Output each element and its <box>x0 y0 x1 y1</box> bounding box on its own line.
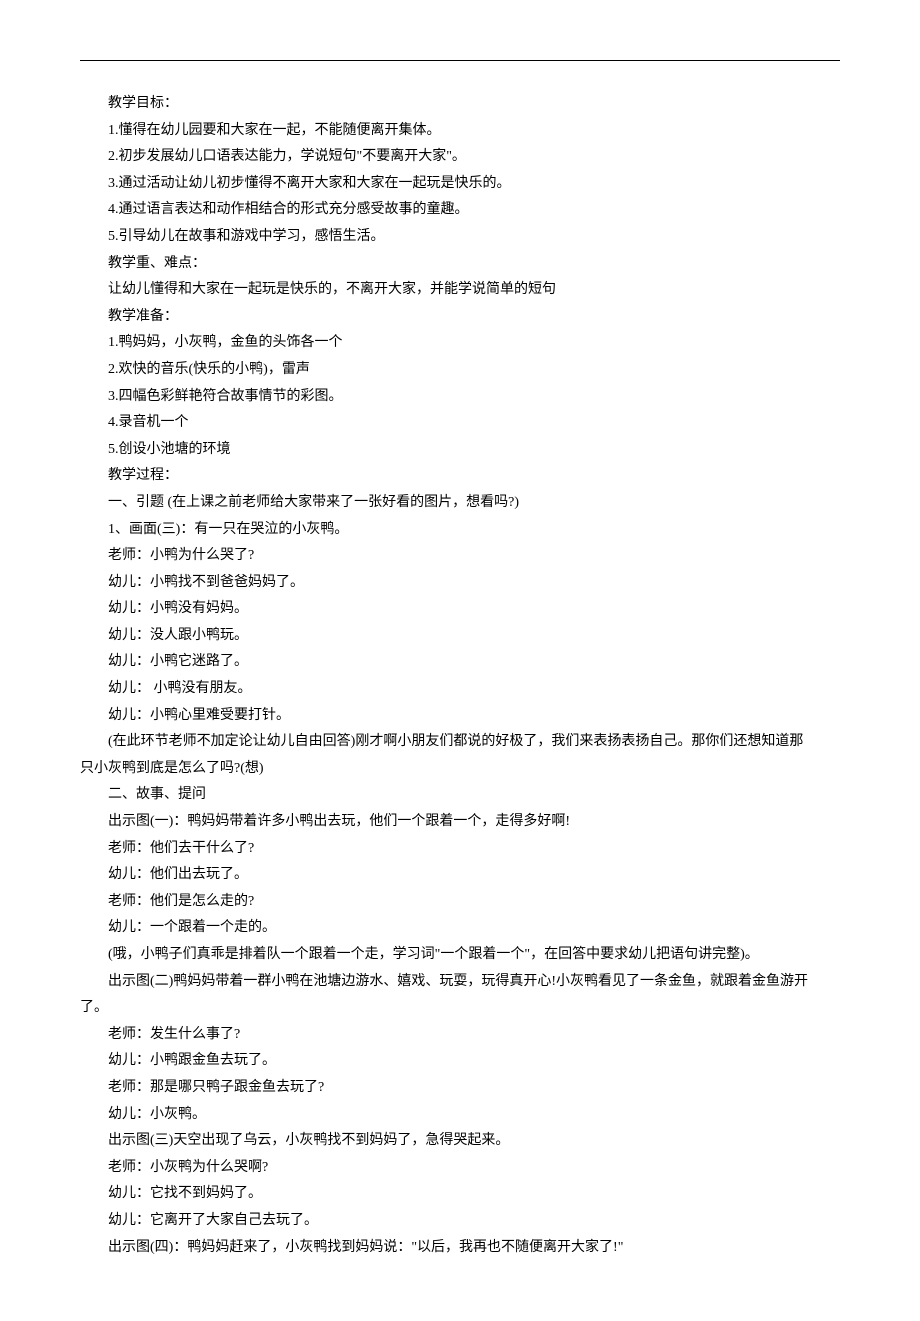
text-line: 老师：那是哪只鸭子跟金鱼去玩了? <box>80 1075 840 1102</box>
text-line: 幼儿：小鸭心里难受要打针。 <box>80 703 840 730</box>
text-line: 教学重、难点： <box>80 251 840 278</box>
text-line: 4.录音机一个 <box>80 410 840 437</box>
text-line: 教学准备： <box>80 304 840 331</box>
document-page: 教学目标：1.懂得在幼儿园要和大家在一起，不能随便离开集体。2.初步发展幼儿口语… <box>0 0 920 1321</box>
text-line: 二、故事、提问 <box>80 782 840 809</box>
text-line: 3.通过活动让幼儿初步懂得不离开大家和大家在一起玩是快乐的。 <box>80 171 840 198</box>
text-line: 老师：发生什么事了? <box>80 1022 840 1049</box>
text-line: 幼儿：它找不到妈妈了。 <box>80 1181 840 1208</box>
text-line: 幼儿：他们出去玩了。 <box>80 862 840 889</box>
text-line-continuation: 只小灰鸭到底是怎么了吗?(想) <box>80 756 840 783</box>
text-line: 出示图(二)鸭妈妈带着一群小鸭在池塘边游水、嬉戏、玩耍，玩得真开心!小灰鸭看见了… <box>80 969 840 996</box>
text-line: 出示图(四)：鸭妈妈赶来了，小灰鸭找到妈妈说："以后，我再也不随便离开大家了!" <box>80 1235 840 1262</box>
text-line: 让幼儿懂得和大家在一起玩是快乐的，不离开大家，并能学说简单的短句 <box>80 277 840 304</box>
text-line: 老师：他们去干什么了? <box>80 836 840 863</box>
text-line-continuation: 了。 <box>80 995 840 1022</box>
horizontal-rule <box>80 60 840 61</box>
text-line: 教学过程： <box>80 463 840 490</box>
text-line: 幼儿： 小鸭没有朋友。 <box>80 676 840 703</box>
text-line: 幼儿：小鸭跟金鱼去玩了。 <box>80 1048 840 1075</box>
text-line: 老师：小灰鸭为什么哭啊? <box>80 1155 840 1182</box>
text-line: 幼儿：一个跟着一个走的。 <box>80 915 840 942</box>
text-line: 幼儿：小鸭没有妈妈。 <box>80 596 840 623</box>
text-line: 幼儿：没人跟小鸭玩。 <box>80 623 840 650</box>
text-line: 幼儿：小灰鸭。 <box>80 1102 840 1129</box>
text-line: (哦，小鸭子们真乖是排着队一个跟着一个走，学习词"一个跟着一个"，在回答中要求幼… <box>80 942 840 969</box>
text-line: 教学目标： <box>80 91 840 118</box>
text-line: 老师：他们是怎么走的? <box>80 889 840 916</box>
text-line: 出示图(一)：鸭妈妈带着许多小鸭出去玩，他们一个跟着一个，走得多好啊! <box>80 809 840 836</box>
text-line: 1、画面(三)：有一只在哭泣的小灰鸭。 <box>80 517 840 544</box>
text-line: 2.欢快的音乐(快乐的小鸭)，雷声 <box>80 357 840 384</box>
text-line: 幼儿：它离开了大家自己去玩了。 <box>80 1208 840 1235</box>
text-line: 5.创设小池塘的环境 <box>80 437 840 464</box>
text-line: 2.初步发展幼儿口语表达能力，学说短句"不要离开大家"。 <box>80 144 840 171</box>
text-line: (在此环节老师不加定论让幼儿自由回答)刚才啊小朋友们都说的好极了，我们来表扬表扬… <box>80 729 840 756</box>
text-line: 1.懂得在幼儿园要和大家在一起，不能随便离开集体。 <box>80 118 840 145</box>
text-line: 5.引导幼儿在故事和游戏中学习，感悟生活。 <box>80 224 840 251</box>
text-line: 一、引题 (在上课之前老师给大家带来了一张好看的图片，想看吗?) <box>80 490 840 517</box>
text-line: 出示图(三)天空出现了乌云，小灰鸭找不到妈妈了，急得哭起来。 <box>80 1128 840 1155</box>
text-line: 1.鸭妈妈，小灰鸭，金鱼的头饰各一个 <box>80 330 840 357</box>
text-line: 4.通过语言表达和动作相结合的形式充分感受故事的童趣。 <box>80 197 840 224</box>
text-line: 3.四幅色彩鲜艳符合故事情节的彩图。 <box>80 384 840 411</box>
text-line: 老师：小鸭为什么哭了? <box>80 543 840 570</box>
text-line: 幼儿：小鸭它迷路了。 <box>80 649 840 676</box>
document-body: 教学目标：1.懂得在幼儿园要和大家在一起，不能随便离开集体。2.初步发展幼儿口语… <box>80 91 840 1261</box>
text-line: 幼儿：小鸭找不到爸爸妈妈了。 <box>80 570 840 597</box>
